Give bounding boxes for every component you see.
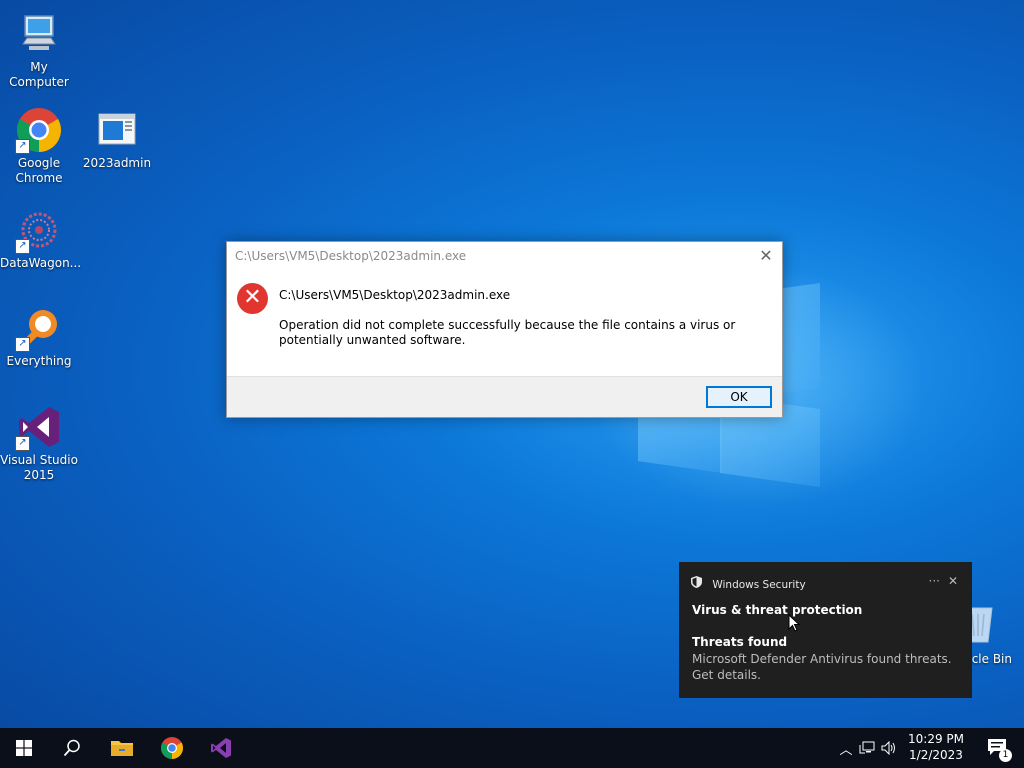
visual-studio-icon: ↗: [15, 403, 63, 451]
clock-date: 1/2/2023: [909, 748, 963, 762]
desktop-icon-label: Visual Studio 2015: [0, 453, 78, 482]
taskbar-chrome[interactable]: [148, 728, 196, 768]
ok-button[interactable]: OK: [706, 386, 772, 408]
action-center-button[interactable]: 1: [986, 736, 1012, 762]
toast-app-name: Windows Security: [712, 579, 806, 591]
start-button[interactable]: [0, 728, 48, 768]
dialog-message: Operation did not complete successfully …: [279, 318, 736, 347]
dialog-body: ✕ C:\Users\VM5\Desktop\2023admin.exe Ope…: [227, 270, 782, 377]
search-button[interactable]: [48, 728, 96, 768]
security-toast-notification[interactable]: Windows Security ··· ✕ Virus & threat pr…: [679, 562, 972, 698]
close-icon[interactable]: ✕: [758, 246, 774, 265]
everything-search-icon: ↗: [15, 304, 63, 352]
search-icon: [63, 739, 80, 757]
chrome-icon: ↗: [15, 106, 63, 154]
taskbar-visual-studio[interactable]: [197, 728, 245, 768]
toast-body: Microsoft Defender Antivirus found threa…: [692, 652, 952, 682]
dialog-title: C:\Users\VM5\Desktop\2023admin.exe: [235, 249, 467, 263]
toast-app-row: Windows Security: [691, 576, 806, 591]
desktop-icon-label: 2023admin: [82, 156, 152, 170]
volume-icon[interactable]: [878, 741, 900, 755]
toast-subtitle: Threats found: [692, 635, 788, 649]
taskbar: ︿ 10:29 PM 1/2/2023 1: [0, 728, 1024, 768]
desktop-icon-label: Google Chrome: [15, 156, 63, 185]
more-options-icon[interactable]: ···: [929, 574, 940, 588]
desktop-icon-2023admin[interactable]: 2023admin: [78, 106, 156, 171]
exe-window-icon: [93, 106, 141, 154]
desktop-icon-my-computer[interactable]: My Computer: [0, 10, 78, 90]
chevron-up-icon[interactable]: ︿: [836, 739, 856, 758]
close-icon[interactable]: ✕: [948, 574, 958, 588]
dialog-titlebar[interactable]: C:\Users\VM5\Desktop\2023admin.exe ✕: [227, 242, 782, 270]
shortcut-arrow-icon: ↗: [15, 337, 30, 352]
system-tray: ︿: [836, 728, 900, 768]
network-icon[interactable]: [856, 741, 878, 755]
desktop-icon-label: Everything: [6, 354, 72, 368]
desktop-icon-everything[interactable]: ↗ Everything: [0, 304, 78, 369]
desktop-icon-datawagon[interactable]: ↗ DataWagon...: [0, 206, 82, 271]
desktop-icon-google-chrome[interactable]: ↗ Google Chrome: [0, 106, 78, 186]
mouse-cursor-icon: [788, 613, 801, 632]
desktop-icon-label: DataWagon...: [0, 256, 82, 270]
notification-count-badge: 1: [999, 749, 1012, 762]
computer-icon: [15, 10, 63, 58]
dialog-heading: C:\Users\VM5\Desktop\2023admin.exe: [279, 288, 511, 302]
dialog-footer: OK: [227, 376, 782, 417]
folder-icon: [111, 741, 133, 756]
desktop-icon-visual-studio[interactable]: ↗ Visual Studio 2015: [0, 403, 78, 483]
taskbar-clock[interactable]: 10:29 PM 1/2/2023: [908, 731, 964, 763]
clock-time: 10:29 PM: [908, 732, 964, 746]
datawagon-icon: ↗: [15, 206, 63, 254]
windows-start-icon: [16, 740, 32, 756]
visual-studio-icon: [211, 738, 231, 758]
shortcut-arrow-icon: ↗: [15, 436, 30, 451]
error-icon: ✕: [237, 283, 268, 314]
taskbar-file-explorer[interactable]: [98, 728, 146, 768]
shortcut-arrow-icon: ↗: [15, 239, 30, 254]
chrome-icon: [161, 737, 183, 759]
desktop-icon-label: My Computer: [9, 60, 69, 89]
shortcut-arrow-icon: ↗: [15, 139, 30, 154]
shield-icon: [691, 576, 703, 591]
error-dialog: C:\Users\VM5\Desktop\2023admin.exe ✕ ✕ C…: [226, 241, 783, 418]
toast-title: Virus & threat protection: [692, 603, 863, 617]
